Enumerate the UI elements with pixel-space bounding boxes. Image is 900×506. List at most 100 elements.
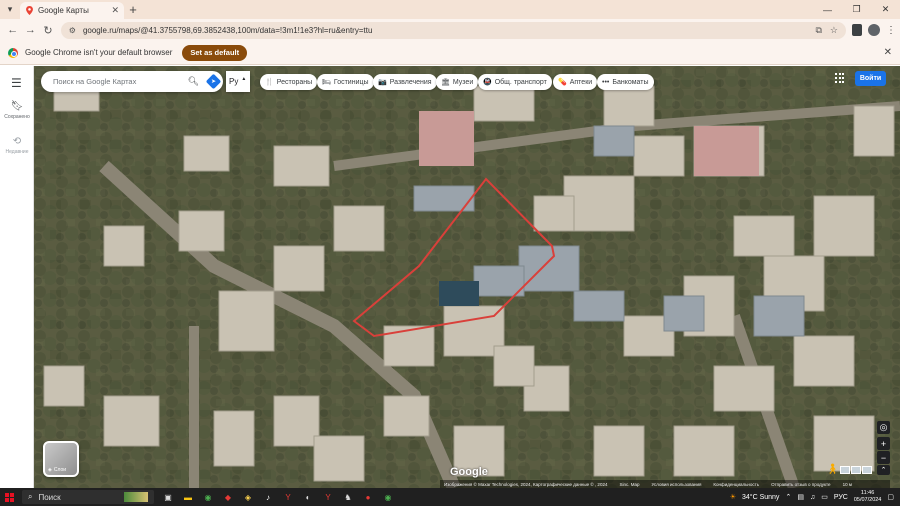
tab-google-maps[interactable]: Google Карты ✕ [20, 2, 124, 19]
layers-button[interactable]: ◈ Слои [43, 441, 79, 477]
chrome-menu-icon[interactable]: ⋮ [886, 25, 896, 36]
menu-icon[interactable]: ☰ [11, 76, 23, 90]
chip-label: Аптеки [569, 78, 593, 86]
directions-icon[interactable]: ➤ [205, 73, 222, 90]
install-app-icon[interactable]: ⧉ [815, 25, 821, 36]
chip-restaurants[interactable]: 🍴 Рестораны [260, 74, 318, 90]
tab-close-icon[interactable]: ✕ [111, 5, 119, 16]
window-controls: — ❐ ✕ [813, 0, 900, 19]
clock[interactable]: 11:46 05/07/2024 [854, 490, 882, 504]
rail-recent-label: Недавние [5, 149, 29, 155]
language-selector[interactable]: Ру ▲ [226, 71, 250, 92]
compass-icon[interactable]: ◎ [877, 421, 890, 434]
chip-entertainment[interactable]: 📷 Развлечения [373, 74, 437, 90]
profile-avatar[interactable] [868, 24, 880, 36]
weather-text[interactable]: 34°C Sunny [742, 494, 779, 501]
chrome-logo-icon [8, 47, 18, 58]
rail-recent[interactable]: ⟲ Недавние [0, 136, 34, 155]
google-apps-icon[interactable] [835, 73, 845, 83]
new-tab-button[interactable]: + [124, 0, 142, 19]
pegman-icon[interactable]: 🚶︎ [826, 464, 839, 477]
rail-saved[interactable]: 🔖︎ Сохранено [0, 101, 34, 120]
sign-in-button[interactable]: Войти [855, 71, 886, 86]
taskbar-search[interactable]: ⌕ Поиск [22, 490, 154, 504]
chevron-down-icon: ▲ [241, 75, 247, 82]
zoom-in-button[interactable]: + [877, 437, 890, 450]
pharmacy-icon: 💊 [558, 79, 567, 86]
satellite-map[interactable] [34, 66, 900, 488]
chrome-app-icon[interactable]: ◉ [202, 491, 214, 503]
windows-taskbar: ⌕ Поиск ▣ ▬ ◉ ◆ ◈ ♪ Y ◐ Y ♞ ● ◉ ☀ 34°C S… [0, 488, 900, 506]
chip-transit[interactable]: 🚇 Общ. транспорт [478, 74, 552, 90]
bookmark-star-icon[interactable]: ☆ [830, 25, 838, 36]
hotel-icon: 🛏 [322, 79, 331, 86]
chip-museums[interactable]: 🏛 Музеи [436, 74, 479, 90]
app-icon-1[interactable]: ◆ [222, 491, 234, 503]
chip-label: Музеи [452, 78, 474, 86]
default-browser-infobar: Google Chrome isn't your default browser… [0, 41, 900, 65]
set-default-button[interactable]: Set as default [182, 44, 248, 61]
weather-icon: ☀ [729, 494, 736, 501]
forward-button[interactable]: → [22, 21, 40, 39]
scale-label[interactable]: 10 м [843, 482, 852, 487]
search-icon[interactable]: 🔍︎ [188, 76, 199, 87]
search-icon: ⌕ [28, 492, 33, 501]
zoom-out-button[interactable]: − [877, 451, 890, 464]
app-icon-4[interactable]: ♞ [342, 491, 354, 503]
app-icon-3[interactable]: ◐ [302, 491, 314, 503]
speaker-icon[interactable]: ♫ [810, 494, 815, 501]
imagery-thumbnails[interactable] [840, 466, 872, 474]
infobar-message: Google Chrome isn't your default browser [25, 48, 173, 57]
network-icon[interactable]: ▤ [797, 493, 804, 501]
site-info-icon[interactable]: ⚙ [69, 26, 76, 35]
chrome-active-icon[interactable]: ◉ [382, 491, 394, 503]
terms-link[interactable]: Условия использования [651, 482, 701, 487]
taskbar-apps: ▣ ▬ ◉ ◆ ◈ ♪ Y ◐ Y ♞ ● ◉ [162, 491, 394, 503]
expand-up-icon[interactable]: ⌃ [877, 465, 890, 475]
windows-logo-icon [4, 492, 14, 502]
yandex-icon[interactable]: Y [282, 491, 294, 503]
minimize-button[interactable]: — [813, 0, 842, 19]
notifications-icon[interactable]: ▢ [887, 493, 894, 501]
restore-button[interactable]: ❐ [842, 0, 871, 19]
close-window-button[interactable]: ✕ [871, 0, 900, 19]
infobar-close-icon[interactable]: ✕ [884, 47, 892, 58]
tab-strip: ▾ Google Карты ✕ + — ❐ ✕ [0, 0, 900, 19]
chip-hotels[interactable]: 🛏 Гостиницы [317, 74, 374, 90]
chip-atms[interactable]: ••• Банкоматы [597, 74, 654, 90]
back-button[interactable]: ← [4, 21, 22, 39]
battery-icon[interactable]: ▭ [821, 493, 828, 501]
chip-pharmacies[interactable]: 💊 Аптеки [553, 74, 598, 90]
task-view-icon[interactable]: ▣ [162, 491, 174, 503]
start-button[interactable] [0, 488, 18, 506]
tiktok-icon[interactable]: ♪ [262, 491, 274, 503]
feedback-link[interactable]: Отправить отзыв о продукте [771, 482, 830, 487]
restaurant-icon: 🍴 [265, 79, 274, 86]
maps-search-box[interactable]: Поиск на Google Картах 🔍︎ ➤ [41, 71, 223, 92]
attribution-link[interactable]: Sinc. Map [619, 482, 639, 487]
screen: ▾ Google Карты ✕ + — ❐ ✕ ← → ↻ ⚙ google.… [0, 0, 900, 506]
language-indicator[interactable]: РУС [834, 494, 848, 501]
app-icon-5[interactable]: ● [362, 491, 374, 503]
layers-icon: ◈ [48, 467, 52, 473]
search-input[interactable]: Поиск на Google Картах [53, 77, 188, 86]
chip-label: Рестораны [276, 78, 313, 86]
app-icon-2[interactable]: ◈ [242, 491, 254, 503]
camera-icon: 📷 [378, 79, 387, 86]
transit-icon: 🚇 [483, 79, 492, 86]
browser-toolbar: ← → ↻ ⚙ google.ru/maps/@41.3755798,69.38… [0, 19, 900, 41]
file-explorer-icon[interactable]: ▬ [182, 491, 194, 503]
museum-icon: 🏛 [441, 79, 450, 86]
tab-search-button[interactable]: ▾ [0, 0, 20, 19]
map-attribution: Изображения © Maxar Technologies, 2024, … [440, 480, 890, 488]
privacy-link[interactable]: Конфиденциальность [713, 482, 759, 487]
address-bar[interactable]: ⚙ google.ru/maps/@41.3755798,69.3852438,… [60, 21, 846, 39]
extension-icon[interactable] [852, 24, 862, 36]
atm-icon: ••• [602, 78, 610, 86]
rail-saved-label: Сохранено [4, 114, 30, 120]
google-logo: Google [450, 466, 488, 478]
tray-chevron-icon[interactable]: ⌃ [785, 493, 791, 501]
reload-button[interactable]: ↻ [39, 21, 57, 39]
chip-label: Банкоматы [612, 78, 649, 86]
yandex-browser-icon[interactable]: Y [322, 491, 334, 503]
